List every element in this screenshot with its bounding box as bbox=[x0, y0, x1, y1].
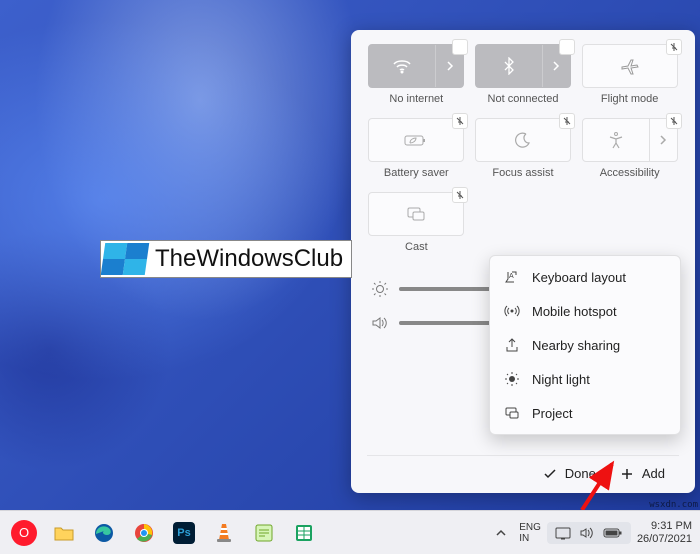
clock[interactable]: 9:31 PM 26/07/2021 bbox=[637, 520, 692, 545]
airplane-icon bbox=[620, 57, 640, 75]
add-label: Add bbox=[642, 466, 665, 481]
tray-network-volume-battery[interactable] bbox=[547, 522, 631, 544]
cast-tile[interactable] bbox=[368, 192, 464, 236]
wifi-icon bbox=[369, 58, 435, 74]
taskbar: O Ps ENG IN 9:31 PM 26/07/2021 bbox=[0, 510, 700, 554]
cast-icon bbox=[406, 206, 426, 222]
done-label: Done bbox=[565, 466, 596, 481]
battery-icon bbox=[603, 527, 623, 539]
svg-text:A: A bbox=[509, 273, 514, 280]
watermark-text: TheWindowsClub bbox=[155, 245, 343, 273]
unpin-icon[interactable] bbox=[666, 39, 682, 55]
flight-mode-tile[interactable] bbox=[582, 44, 678, 88]
volume-icon bbox=[371, 314, 389, 332]
watermark: TheWindowsClub bbox=[100, 240, 352, 278]
unpin-icon[interactable] bbox=[559, 39, 575, 55]
menu-item-label: Keyboard layout bbox=[532, 270, 626, 285]
add-nearby-sharing[interactable]: Nearby sharing bbox=[490, 328, 680, 362]
nearby-sharing-icon bbox=[504, 337, 520, 353]
cast-label: Cast bbox=[405, 241, 428, 253]
quick-settings-panel: No internet Not connected bbox=[351, 30, 695, 493]
check-icon bbox=[543, 468, 557, 480]
menu-item-label: Night light bbox=[532, 372, 590, 387]
add-night-light[interactable]: Night light bbox=[490, 362, 680, 396]
taskbar-app-explorer[interactable] bbox=[46, 515, 82, 551]
focus-label: Focus assist bbox=[492, 167, 553, 179]
bluetooth-label: Not connected bbox=[488, 93, 559, 105]
accessibility-icon bbox=[583, 131, 649, 149]
keyboard-layout-icon: A bbox=[504, 269, 520, 285]
battery-label: Battery saver bbox=[384, 167, 449, 179]
taskbar-app-chrome[interactable] bbox=[126, 515, 162, 551]
unpin-icon[interactable] bbox=[452, 113, 468, 129]
network-icon bbox=[555, 526, 571, 540]
project-icon bbox=[504, 405, 520, 421]
language-indicator[interactable]: ENG IN bbox=[519, 522, 541, 544]
hotspot-icon bbox=[504, 303, 520, 319]
taskbar-app-spreadsheet[interactable] bbox=[286, 515, 322, 551]
watermark-logo-icon bbox=[101, 243, 149, 275]
taskbar-app-notepadpp[interactable] bbox=[246, 515, 282, 551]
edit-bottom-bar: Done Add bbox=[367, 455, 679, 483]
menu-item-label: Mobile hotspot bbox=[532, 304, 617, 319]
menu-item-label: Nearby sharing bbox=[532, 338, 620, 353]
unpin-icon[interactable] bbox=[666, 113, 682, 129]
add-menu: A Keyboard layout Mobile hotspot Nearby … bbox=[489, 255, 681, 435]
bluetooth-tile[interactable] bbox=[475, 44, 571, 88]
focus-assist-tile[interactable] bbox=[475, 118, 571, 162]
unpin-icon[interactable] bbox=[452, 39, 468, 55]
taskbar-app-edge[interactable] bbox=[86, 515, 122, 551]
add-mobile-hotspot[interactable]: Mobile hotspot bbox=[490, 294, 680, 328]
bluetooth-icon bbox=[476, 57, 542, 75]
unpin-icon[interactable] bbox=[559, 113, 575, 129]
night-light-icon bbox=[504, 371, 520, 387]
unpin-icon[interactable] bbox=[452, 187, 468, 203]
taskbar-app-opera[interactable]: O bbox=[11, 520, 37, 546]
attribution-text: wsxdn.com bbox=[649, 500, 698, 510]
system-tray: ENG IN 9:31 PM 26/07/2021 bbox=[489, 515, 700, 551]
add-project[interactable]: Project bbox=[490, 396, 680, 430]
tile-grid: No internet Not connected bbox=[367, 44, 679, 256]
menu-item-label: Project bbox=[532, 406, 572, 421]
accessibility-label: Accessibility bbox=[600, 167, 660, 179]
plus-icon bbox=[620, 467, 634, 481]
brightness-icon bbox=[371, 280, 389, 298]
done-button[interactable]: Done bbox=[543, 466, 596, 481]
add-keyboard-layout[interactable]: A Keyboard layout bbox=[490, 260, 680, 294]
taskbar-app-vlc[interactable] bbox=[206, 515, 242, 551]
battery-leaf-icon bbox=[404, 133, 428, 147]
battery-saver-tile[interactable] bbox=[368, 118, 464, 162]
taskbar-app-photoshop[interactable]: Ps bbox=[166, 515, 202, 551]
tray-overflow-chevron[interactable] bbox=[489, 515, 513, 551]
accessibility-tile[interactable] bbox=[582, 118, 678, 162]
wifi-label: No internet bbox=[389, 93, 443, 105]
wifi-tile[interactable] bbox=[368, 44, 464, 88]
flight-label: Flight mode bbox=[601, 93, 658, 105]
moon-icon bbox=[514, 131, 532, 149]
add-button[interactable]: Add bbox=[620, 466, 665, 481]
volume-icon bbox=[579, 526, 595, 540]
